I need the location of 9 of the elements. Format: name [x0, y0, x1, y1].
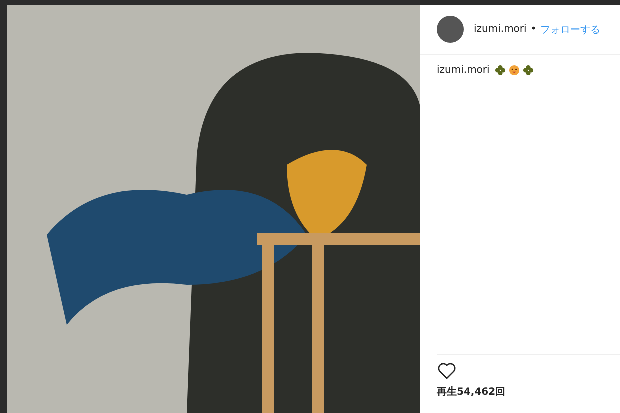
clover-icon [494, 65, 506, 76]
username-link[interactable]: izumi.mori [474, 24, 527, 35]
clover-icon [522, 65, 534, 76]
smiley-face-icon [508, 65, 520, 76]
view-count: 再生54,462回 [437, 386, 507, 399]
caption-username[interactable]: izumi.mori [437, 65, 490, 76]
heart-icon[interactable] [437, 361, 457, 381]
separator-dot: • [530, 24, 537, 35]
avatar[interactable] [437, 16, 464, 43]
